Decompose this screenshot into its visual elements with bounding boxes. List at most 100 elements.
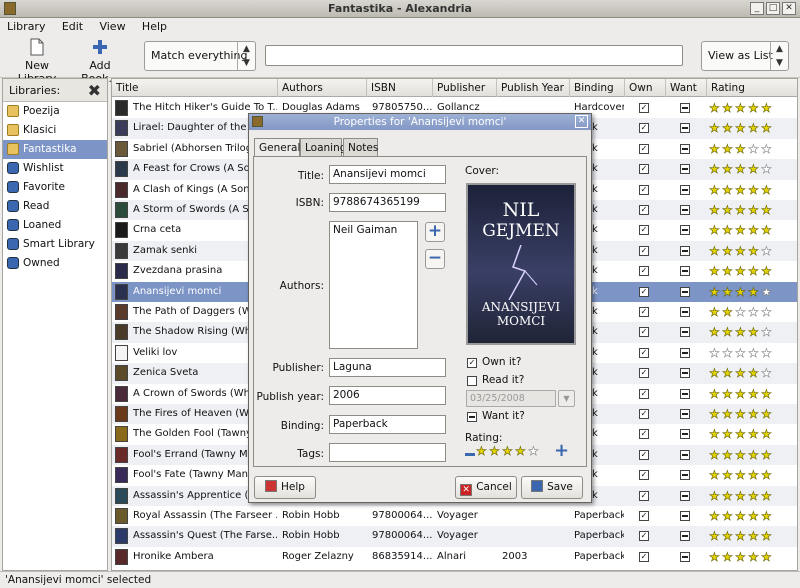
star-icon[interactable]: ★	[709, 506, 722, 526]
want-checkbox[interactable]	[680, 266, 690, 277]
star-icon[interactable]: ★	[761, 547, 774, 567]
star-icon[interactable]: ★	[761, 282, 774, 302]
rating-stars[interactable]: ★ ★ ★ ★ ★	[709, 98, 774, 118]
star-icon[interactable]: ★	[709, 384, 722, 404]
star-icon[interactable]: ★	[761, 424, 774, 444]
star-icon[interactable]: ★	[722, 241, 735, 261]
star-icon[interactable]: ★	[735, 118, 748, 138]
want-checkbox[interactable]	[680, 470, 690, 481]
cover-image[interactable]: NIL GEJMEN ANANSIJEVI MOMCI	[466, 183, 576, 345]
rating-stars[interactable]: ★ ★ ★ ★ ★	[709, 322, 774, 342]
own-checkbox[interactable]: ✓	[639, 388, 649, 399]
star-icon[interactable]: ★	[722, 118, 735, 138]
star-icon[interactable]: ★	[735, 384, 748, 404]
star-icon[interactable]: ★	[709, 445, 722, 465]
star-icon[interactable]: ★	[748, 180, 761, 200]
star-icon[interactable]: ★	[735, 322, 748, 342]
star-icon[interactable]: ★	[709, 363, 722, 383]
own-checkbox[interactable]: ✓	[639, 266, 649, 277]
star-icon[interactable]: ★	[735, 220, 748, 240]
own-checkbox[interactable]: ✓	[639, 368, 649, 379]
star-icon[interactable]: ★	[735, 159, 748, 179]
want-checkbox[interactable]	[680, 368, 690, 379]
star-icon[interactable]: ★	[709, 118, 722, 138]
star-icon[interactable]: ★	[735, 343, 748, 363]
star-icon[interactable]: ★	[722, 200, 735, 220]
star-icon[interactable]: ★	[761, 241, 774, 261]
want-checkbox[interactable]	[680, 164, 690, 175]
star-icon[interactable]: ★	[748, 343, 761, 363]
star-icon[interactable]: ★	[761, 445, 774, 465]
star-icon[interactable]: ★	[709, 139, 722, 159]
want-checkbox[interactable]	[680, 205, 690, 215]
star-icon[interactable]: ★	[709, 200, 722, 220]
sidebar-item-poezija[interactable]: Poezija	[3, 102, 107, 121]
own-checkbox[interactable]: ✓	[639, 470, 649, 481]
star-icon[interactable]: ★	[748, 220, 761, 240]
want-checkbox[interactable]	[680, 511, 690, 521]
star-icon[interactable]: ★	[709, 404, 722, 424]
star-icon[interactable]: ★	[735, 526, 748, 546]
own-checkbox[interactable]: ✓	[639, 347, 649, 358]
star-icon[interactable]: ★	[709, 220, 722, 240]
add-author-button[interactable]: +	[425, 222, 445, 242]
binding-field[interactable]: Paperback	[329, 415, 446, 434]
publisher-field[interactable]: Laguna	[329, 358, 446, 377]
star-icon[interactable]: ★	[761, 384, 774, 404]
star-icon[interactable]: ★	[761, 322, 774, 342]
star-icon[interactable]: ★	[722, 424, 735, 444]
sidebar-item-owned[interactable]: Owned	[3, 254, 107, 273]
star-icon[interactable]: ★	[722, 322, 735, 342]
star-icon[interactable]: ★	[761, 302, 774, 322]
menu-library[interactable]: Library	[0, 18, 51, 33]
column-header-isbn[interactable]: ISBN	[367, 79, 433, 97]
star-icon[interactable]: ★	[761, 261, 774, 281]
own-checkbox[interactable]: ✓	[467, 358, 477, 368]
want-checkbox[interactable]	[680, 327, 690, 338]
decrease-rating-icon[interactable]	[465, 453, 475, 456]
star-icon[interactable]: ★	[761, 220, 774, 240]
save-button[interactable]: Save	[521, 476, 583, 499]
star-icon[interactable]: ★	[709, 322, 722, 342]
star-icon[interactable]: ★	[761, 404, 774, 424]
table-row[interactable]: Assassin's Quest (The Farse... Robin Hobb…	[112, 526, 797, 547]
star-icon[interactable]: ★	[735, 200, 748, 220]
own-checkbox[interactable]: ✓	[639, 184, 649, 195]
own-checkbox[interactable]: ✓	[639, 511, 649, 521]
search-input[interactable]	[265, 45, 683, 66]
star-icon[interactable]: ★	[735, 486, 748, 506]
star-icon[interactable]: ★	[515, 443, 528, 459]
table-row[interactable]: Royal Assassin (The Farseer ... Robin Hob…	[112, 506, 797, 526]
star-icon[interactable]: ★	[735, 98, 748, 118]
increase-rating-icon[interactable]: +	[554, 442, 569, 460]
star-icon[interactable]: ★	[722, 220, 735, 240]
want-checkbox[interactable]	[680, 307, 690, 317]
want-checkbox[interactable]	[680, 551, 690, 562]
rating-stars[interactable]: ★ ★ ★ ★ ★	[709, 363, 774, 383]
rating-stars[interactable]: ★ ★ ★ ★ ★	[709, 180, 774, 200]
star-icon[interactable]: ★	[709, 98, 722, 118]
column-header-own[interactable]: Own	[625, 79, 666, 97]
star-icon[interactable]: ★	[722, 404, 735, 424]
sidebar-item-favorite[interactable]: Favorite	[3, 178, 107, 197]
rating-stars[interactable]: ★ ★ ★ ★ ★	[709, 486, 774, 506]
sidebar-item-fantastika[interactable]: Fantastika	[3, 140, 107, 159]
star-icon[interactable]: ★	[748, 486, 761, 506]
rating-stars[interactable]: ★ ★ ★ ★ ★	[709, 282, 774, 302]
star-icon[interactable]: ★	[709, 486, 722, 506]
own-checkbox[interactable]: ✓	[639, 327, 649, 338]
rating-stars[interactable]: ★ ★ ★ ★ ★	[709, 465, 774, 485]
star-icon[interactable]: ★	[709, 261, 722, 281]
star-icon[interactable]: ★	[735, 424, 748, 444]
star-icon[interactable]: ★	[735, 547, 748, 567]
own-checkbox[interactable]: ✓	[639, 531, 649, 542]
rating-stars[interactable]: ★ ★ ★ ★ ★	[709, 343, 774, 363]
star-icon[interactable]: ★	[722, 506, 735, 526]
want-checkbox[interactable]	[680, 449, 690, 460]
star-icon[interactable]: ★	[748, 159, 761, 179]
tab-loaning[interactable]: Loaning	[300, 138, 346, 156]
rating-stars[interactable]: ★ ★ ★ ★ ★	[709, 384, 774, 404]
read-checkbox[interactable]	[467, 376, 477, 386]
help-button[interactable]: Help	[254, 476, 316, 499]
star-icon[interactable]: ★	[735, 261, 748, 281]
